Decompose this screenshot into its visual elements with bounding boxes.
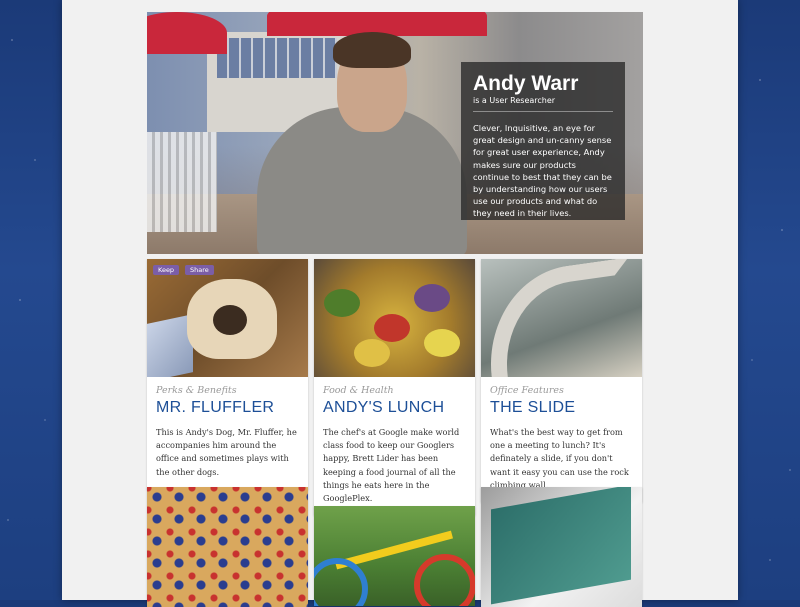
share-button[interactable]: Share: [185, 265, 214, 275]
card-title[interactable]: THE SLIDE: [490, 399, 633, 417]
card-body: Perks & Benefits MR. FLUFFLER This is An…: [147, 377, 308, 489]
food-purple: [414, 284, 450, 312]
card-tarts[interactable]: [147, 487, 308, 607]
card-title[interactable]: MR. FLUFFLER: [156, 399, 299, 417]
hero-photo[interactable]: Andy Warr is a User Researcher Clever, I…: [147, 12, 643, 254]
card-category: Perks & Benefits: [156, 385, 237, 396]
card-photo-bike: [314, 506, 475, 606]
slide-image: [481, 259, 642, 377]
card-photo-dog: Keep Share: [147, 259, 308, 377]
card-photo-lunch: [314, 259, 475, 377]
card-photo-screen: [481, 487, 642, 607]
card-bike[interactable]: [314, 506, 475, 606]
card-screen[interactable]: [481, 487, 642, 607]
hero-chair: [147, 132, 217, 232]
hero-umbrella-left: [147, 12, 227, 54]
monitor-image: [491, 487, 631, 605]
food-greens: [324, 289, 360, 317]
dog-face: [213, 305, 247, 335]
hero-person-hair: [333, 32, 411, 68]
card-title[interactable]: ANDY'S LUNCH: [323, 399, 466, 417]
profile-overlay: Andy Warr is a User Researcher Clever, I…: [461, 62, 625, 220]
card-body: Office Features THE SLIDE What's the bes…: [481, 377, 642, 502]
keep-button[interactable]: Keep: [153, 265, 180, 275]
food-corn: [354, 339, 390, 367]
food-tomato: [374, 314, 410, 342]
food-rice: [424, 329, 460, 357]
profile-name: Andy Warr: [473, 72, 579, 95]
profile-role: is a User Researcher: [473, 96, 613, 112]
card-category: Food & Health: [323, 385, 394, 396]
card-category: Office Features: [490, 385, 564, 396]
card-andys-lunch[interactable]: Food & Health ANDY'S LUNCH The chef's at…: [314, 259, 475, 516]
card-photo-tarts: [147, 487, 308, 607]
profile-bio: Clever, Inquisitive, an eye for great de…: [473, 123, 612, 219]
card-description: What's the best way to get from one a me…: [490, 427, 629, 490]
bike-wheel-front: [314, 558, 368, 606]
hero-windows: [217, 38, 337, 78]
card-description: This is Andy's Dog, Mr. Fluffer, he acco…: [156, 427, 297, 477]
content-page: Andy Warr is a User Researcher Clever, I…: [62, 0, 738, 607]
card-body: Food & Health ANDY'S LUNCH The chef's at…: [314, 377, 475, 515]
card-the-slide[interactable]: Office Features THE SLIDE What's the bes…: [481, 259, 642, 503]
card-photo-slide: [481, 259, 642, 377]
bike-wheel-back: [414, 554, 475, 606]
card-mr-fluffler[interactable]: Keep Share Perks & Benefits MR. FLUFFLER…: [147, 259, 308, 489]
card-description: The chef's at Google make world class fo…: [323, 427, 460, 504]
